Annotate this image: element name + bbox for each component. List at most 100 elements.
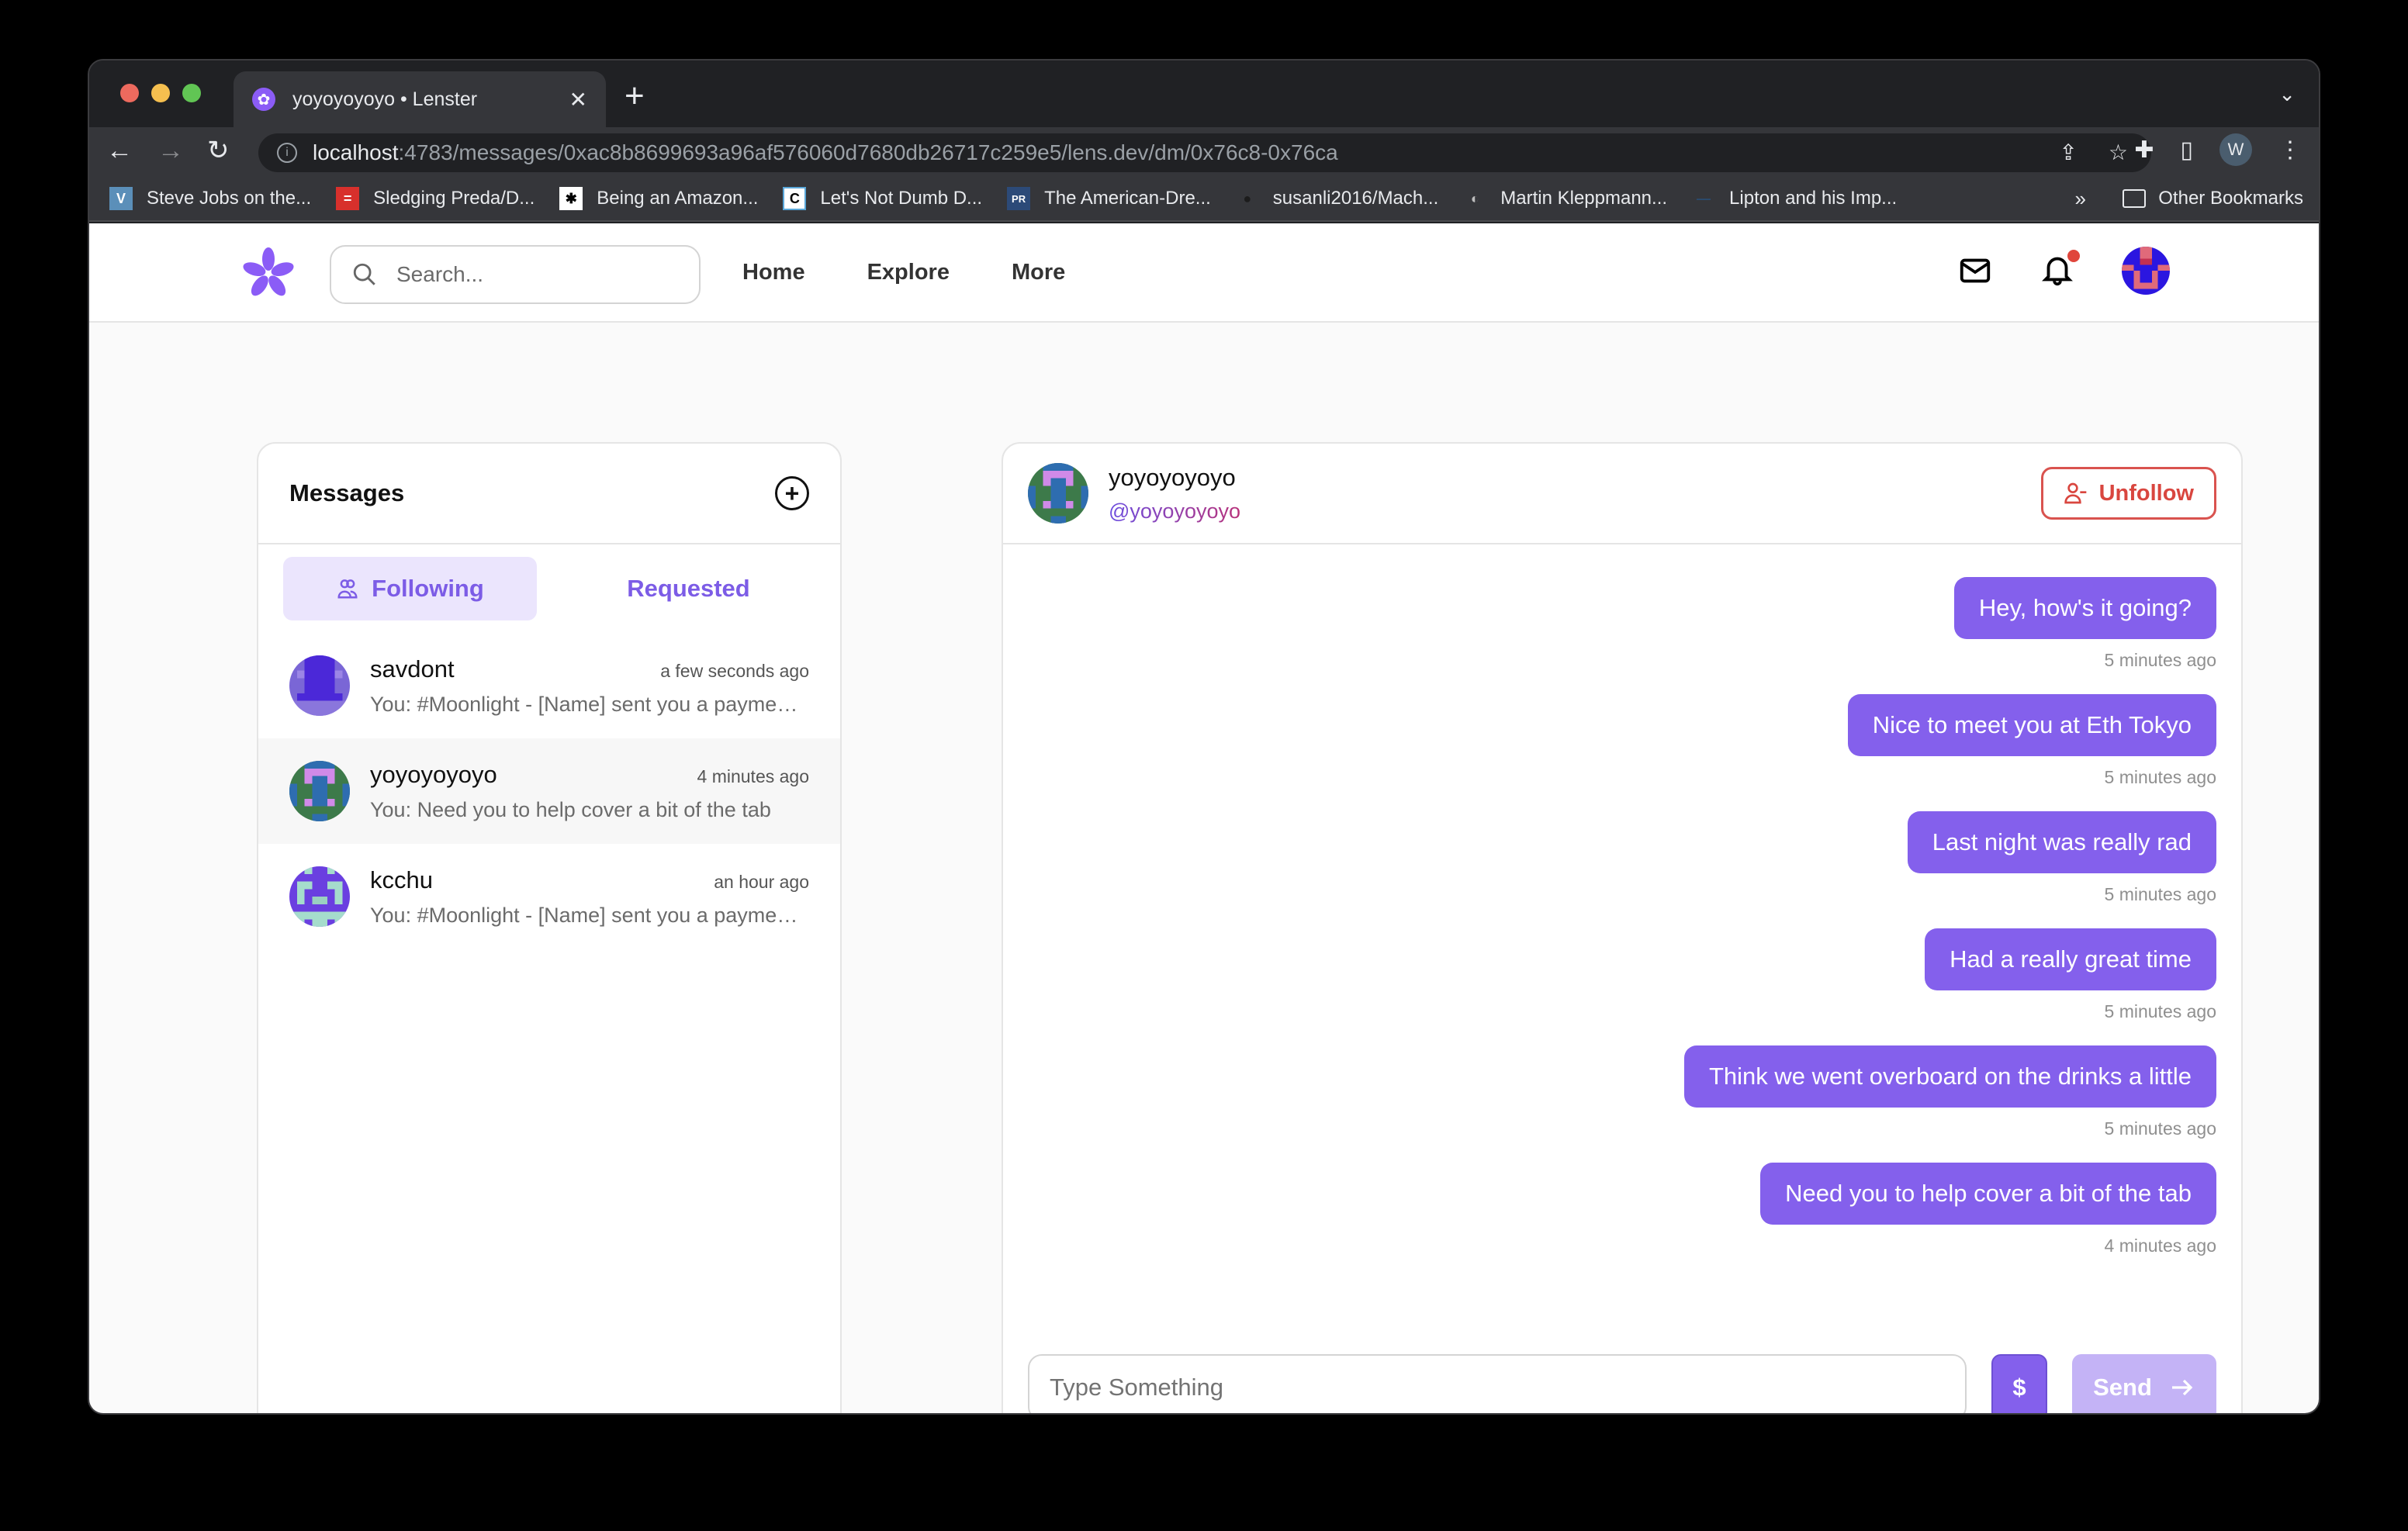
message-bubble: Nice to meet you at Eth Tokyo <box>1847 694 2216 756</box>
messages-mail-icon[interactable] <box>1957 253 1993 289</box>
new-tab-button[interactable]: + <box>624 79 645 113</box>
notifications-button[interactable] <box>2040 249 2080 291</box>
forward-arrow-icon[interactable]: → <box>157 135 184 166</box>
close-window-button[interactable] <box>120 84 139 102</box>
browser-menu-icon[interactable]: ⋮ <box>2278 137 2302 164</box>
bookmark-favicon-icon: ✱ <box>559 187 583 210</box>
send-button[interactable]: Send <box>2072 1354 2216 1413</box>
message-time: 5 minutes ago <box>2104 1001 2216 1021</box>
conversation-preview: You: Need you to help cover a bit of the… <box>370 797 771 821</box>
url-path: :4783/messages/0xac8b8699693a96af576060d… <box>398 140 1338 164</box>
avatar <box>289 866 350 927</box>
main-nav: Home Explore More <box>742 223 1065 321</box>
bookmark-label: Being an Amazon... <box>597 188 759 209</box>
bookmark-item[interactable]: — Lipton and his Imp... <box>1692 187 1897 210</box>
other-bookmarks-label: Other Bookmarks <box>2158 188 2303 209</box>
bookmark-item[interactable]: ● susanli2016/Mach... <box>1236 187 1438 210</box>
folder-icon <box>2123 189 2147 208</box>
bookmark-item[interactable]: ◐ Martin Kleppmann... <box>1463 187 1667 210</box>
search-box[interactable] <box>330 245 701 304</box>
bookmark-item[interactable]: PR The American-Dre... <box>1007 187 1211 210</box>
conversation-item[interactable]: kcchu an hour ago You: #Moonlight - [Nam… <box>258 844 840 949</box>
globe-icon: ◐ <box>1470 190 1479 206</box>
send-payment-button[interactable]: $ <box>1991 1354 2047 1413</box>
conversation-item[interactable]: yoyoyoyoyo 4 minutes ago You: Need you t… <box>258 738 840 844</box>
message-list: Hey, how's it going? 5 minutes ago Nice … <box>1003 544 2216 1280</box>
message-bubble: Had a really great time <box>1925 928 2216 990</box>
message-time: 5 minutes ago <box>2104 1118 2216 1139</box>
message-bubble: Think we went overboard on the drinks a … <box>1683 1045 2216 1108</box>
lenster-logo-icon[interactable] <box>241 247 296 301</box>
message-bubble: Hey, how's it going? <box>1953 577 2216 639</box>
tab-requested-label: Requested <box>627 575 750 602</box>
unfollow-button[interactable]: Unfollow <box>2040 467 2216 520</box>
bookmark-item[interactable]: ✱ Being an Amazon... <box>559 187 758 210</box>
users-icon <box>337 579 358 599</box>
nav-explore[interactable]: Explore <box>867 260 950 285</box>
bookmark-favicon-icon: PR <box>1007 187 1031 210</box>
search-input[interactable] <box>396 262 676 287</box>
chat-header: yoyoyoyoyo @yoyoyoyoyo Unfollow <box>1003 444 2241 544</box>
arrow-right-icon <box>2171 1379 2193 1396</box>
conversation-name: yoyoyoyoyo <box>370 760 497 788</box>
tab-following-label: Following <box>372 575 484 602</box>
browser-toolbar: ← → ↻ i localhost:4783/messages/0xac8b86… <box>89 127 2319 177</box>
lenster-page: Home Explore More <box>89 223 2319 1413</box>
message-input[interactable] <box>1028 1354 1967 1413</box>
url-host: localhost <box>313 140 399 164</box>
minimize-window-button[interactable] <box>151 84 170 102</box>
tab-following[interactable]: Following <box>283 557 537 620</box>
nav-actions <box>1957 247 2170 295</box>
bookmark-label: Lipton and his Imp... <box>1729 188 1898 209</box>
conversation-preview: You: #Moonlight - [Name] sent you a paym… <box>370 903 809 927</box>
reload-icon[interactable]: ↻ <box>207 135 230 166</box>
bookmarks-overflow-button[interactable]: » <box>2075 187 2086 211</box>
github-icon: ● <box>1243 190 1252 206</box>
nav-home[interactable]: Home <box>742 260 805 285</box>
side-panel-icon[interactable]: ▯ <box>2180 137 2193 164</box>
message-bubble: Last night was really rad <box>1907 811 2216 873</box>
message-time: 5 minutes ago <box>2104 650 2216 670</box>
messages-title: Messages <box>289 479 405 506</box>
browser-profile-avatar[interactable]: W <box>2219 133 2252 166</box>
bookmark-item[interactable]: V Steve Jobs on the... <box>109 187 311 210</box>
message-time: 5 minutes ago <box>2104 884 2216 904</box>
tab-requested[interactable]: Requested <box>562 557 815 620</box>
messages-panel: Messages + Following Requested savdont a… <box>257 442 842 1413</box>
user-avatar[interactable] <box>2122 247 2170 295</box>
back-arrow-icon[interactable]: ← <box>106 135 133 166</box>
message-time: 4 minutes ago <box>2104 1236 2216 1256</box>
bookmark-item[interactable]: = Sledging Preda/D... <box>336 187 535 210</box>
extensions-puzzle-icon[interactable]: ✚ <box>2134 137 2154 164</box>
bookmark-favicon-icon: V <box>109 187 133 210</box>
top-navigation: Home Explore More <box>89 223 2319 323</box>
share-icon[interactable]: ⇪ <box>2059 140 2077 165</box>
browser-tab[interactable]: ✿ yoyoyoyoyo • Lenster ✕ <box>234 71 606 127</box>
chat-profile-name[interactable]: yoyoyoyoyo <box>1109 464 1240 492</box>
chat-profile-handle[interactable]: @yoyoyoyoyo <box>1109 499 1240 524</box>
bookmark-label: susanli2016/Mach... <box>1272 188 1439 209</box>
bookmark-item[interactable]: C Let's Not Dumb D... <box>783 187 982 210</box>
conversation-time: a few seconds ago <box>660 660 809 681</box>
bookmark-label: The American-Dre... <box>1044 188 1211 209</box>
close-tab-icon[interactable]: ✕ <box>569 87 587 112</box>
new-message-plus-icon[interactable]: + <box>775 476 809 510</box>
avatar <box>289 655 350 716</box>
window-controls <box>120 84 201 102</box>
unfollow-label: Unfollow <box>2098 480 2194 506</box>
tab-search-chevron-icon[interactable]: ⌄ <box>2278 82 2296 106</box>
chat-avatar[interactable] <box>1028 463 1088 524</box>
bookmark-star-icon[interactable]: ☆ <box>2109 140 2128 165</box>
browser-window: ✿ yoyoyoyoyo • Lenster ✕ + ⌄ ← → ↻ i loc… <box>88 59 2320 1415</box>
conversation-time: an hour ago <box>714 871 809 892</box>
nav-more[interactable]: More <box>1012 260 1065 285</box>
other-bookmarks-folder[interactable]: Other Bookmarks <box>2123 188 2303 209</box>
conversation-item[interactable]: savdont a few seconds ago You: #Moonligh… <box>258 633 840 738</box>
address-bar[interactable]: i localhost:4783/messages/0xac8b8699693a… <box>258 133 2151 172</box>
bookmark-label: Martin Kleppmann... <box>1500 188 1668 209</box>
bookmarks-bar: V Steve Jobs on the... = Sledging Preda/D.… <box>89 177 2319 222</box>
site-info-icon[interactable]: i <box>277 143 297 163</box>
conversation-time: 4 minutes ago <box>697 766 809 786</box>
conversation-preview: You: #Moonlight - [Name] sent you a paym… <box>370 692 809 716</box>
maximize-window-button[interactable] <box>182 84 201 102</box>
